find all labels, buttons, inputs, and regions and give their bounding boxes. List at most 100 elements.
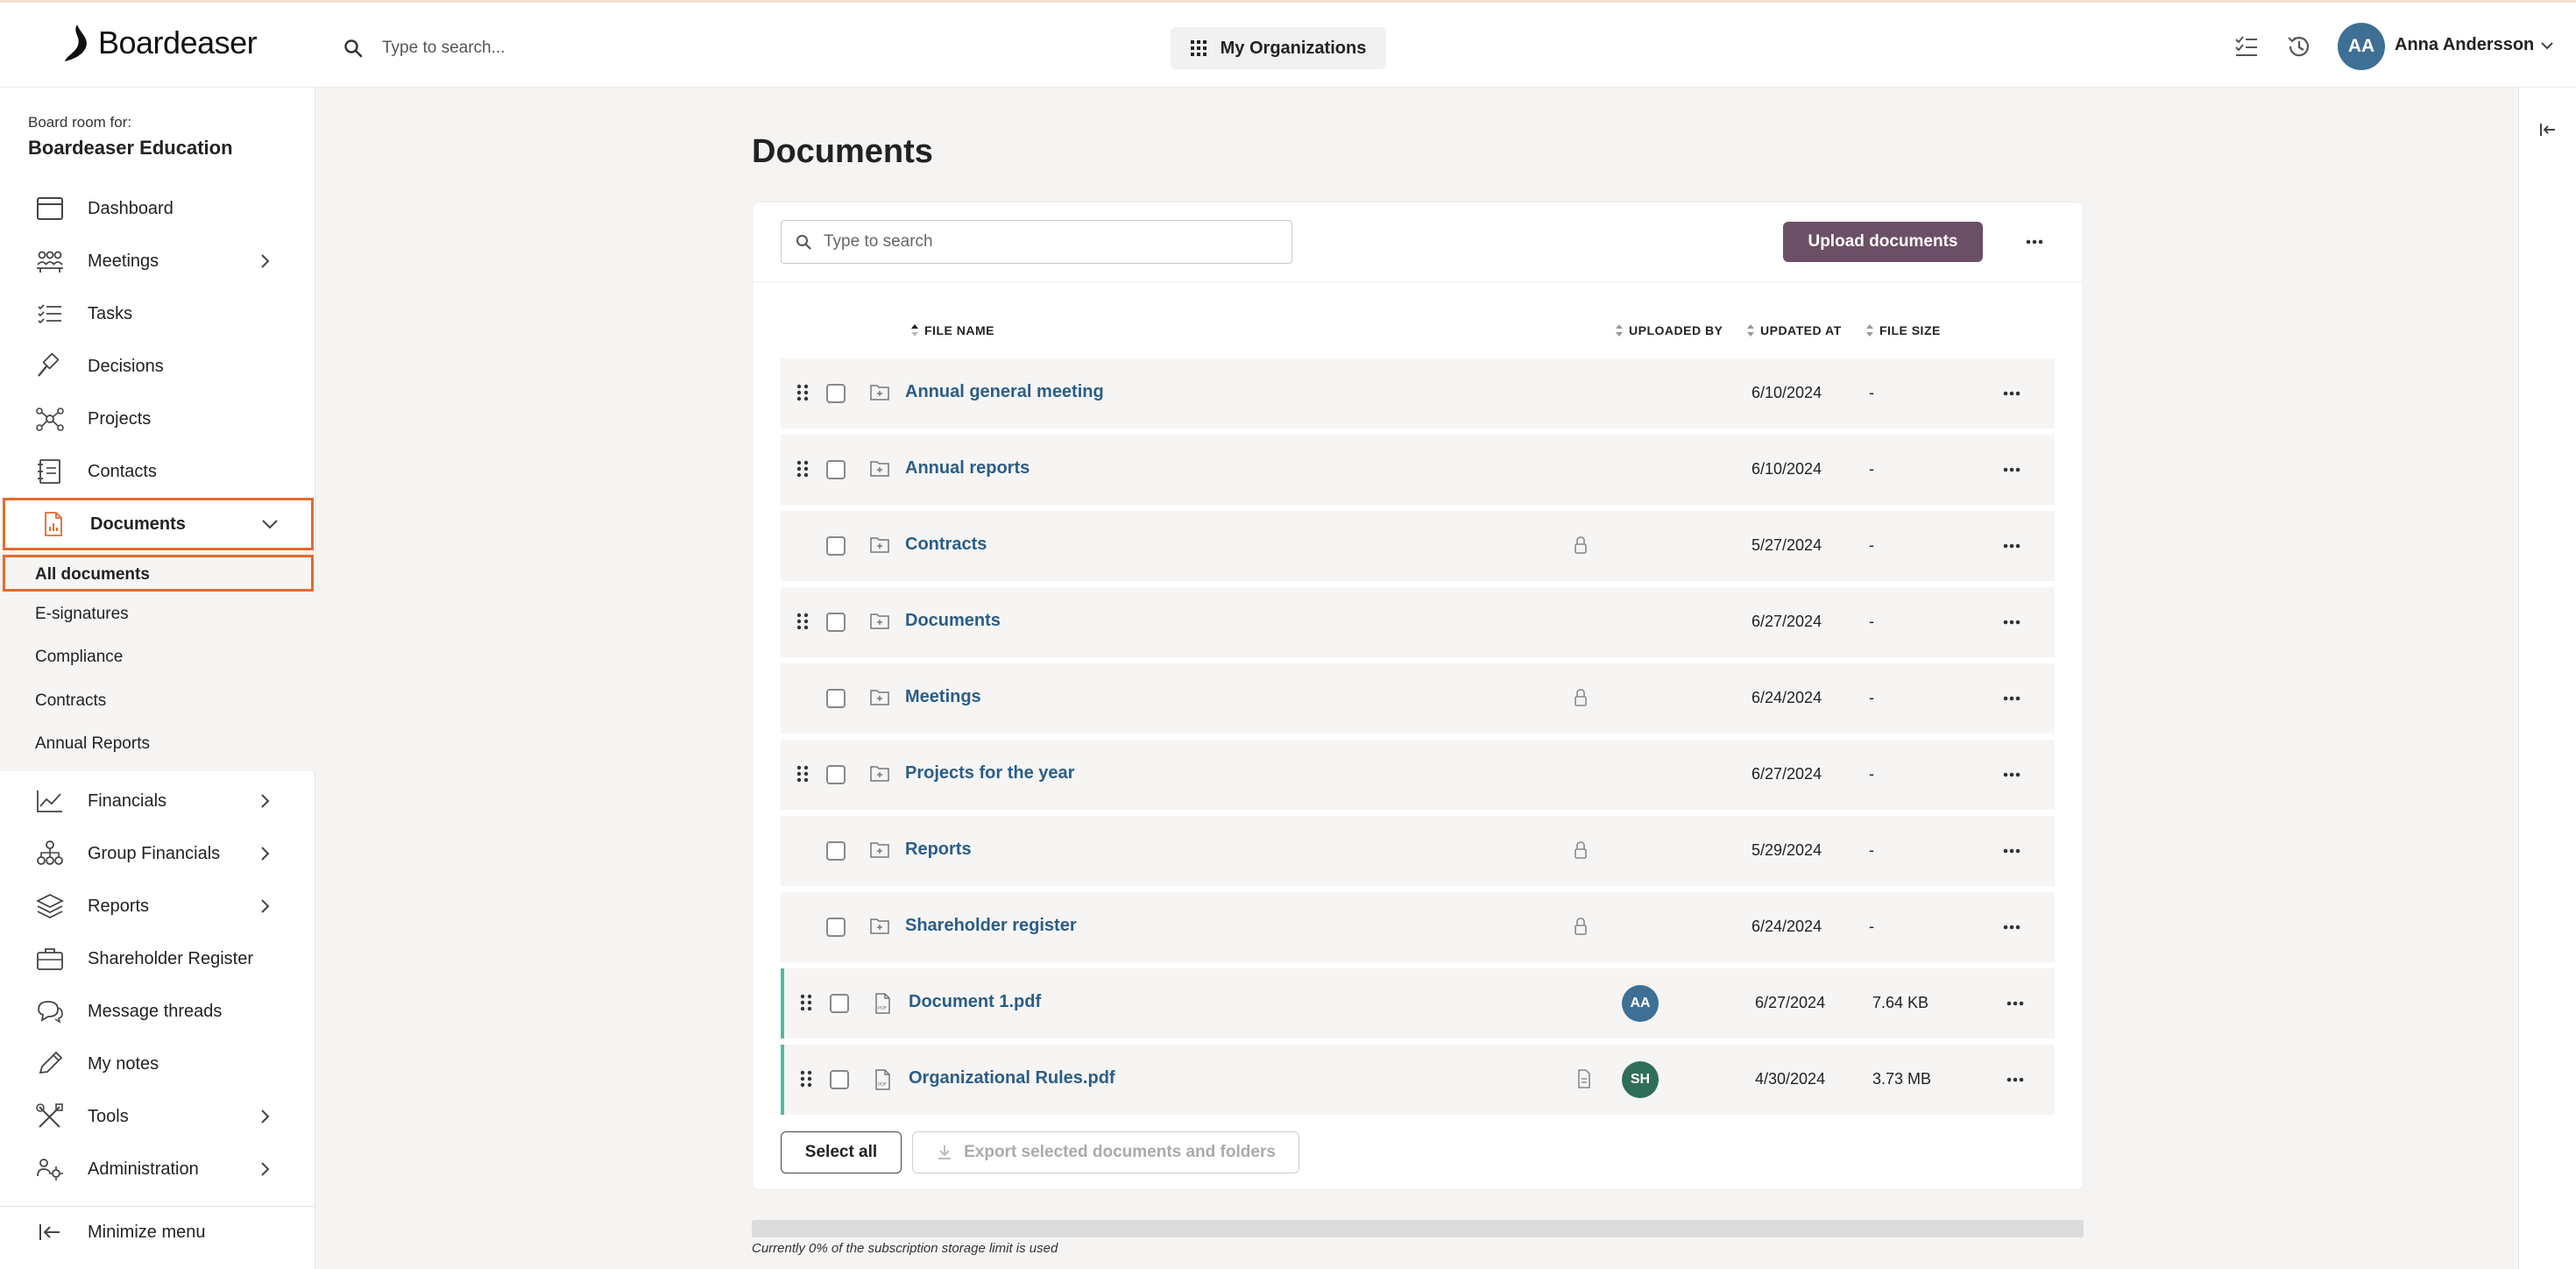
file-name-link[interactable]: Projects for the year [905,763,1074,783]
submenu-compliance[interactable]: Compliance [35,648,123,667]
svg-text:PDF: PDF [878,1006,887,1011]
sidebar-item-decisions[interactable]: Decisions [0,340,315,393]
folder-row[interactable]: Shareholder register 6/24/2024 - [781,892,2055,962]
row-more-options-icon[interactable] [2000,611,2023,634]
submenu-all-documents[interactable]: All documents [3,555,314,592]
chevron-down-icon[interactable] [2539,38,2555,53]
sidebar-item-tasks[interactable]: Tasks [0,287,315,340]
export-selected-button[interactable]: Export selected documents and folders [912,1131,1299,1173]
submenu-e-signatures[interactable]: E-signatures [35,605,129,624]
sidebar-item-shareholder-register[interactable]: Shareholder Register [0,932,315,985]
row-more-options-icon[interactable] [2000,458,2023,481]
row-checkbox[interactable] [826,536,846,556]
global-search[interactable]: Type to search... [343,31,505,66]
drag-handle-icon[interactable] [796,383,809,402]
sidebar-item-label: Message threads [88,1002,223,1021]
row-more-options-icon[interactable] [2000,687,2023,710]
file-name-link[interactable]: Meetings [905,687,981,707]
column-header-file-size[interactable]: FILE SIZE [1865,323,1941,337]
sidebar-item-label: Financials [88,791,167,811]
my-organizations-button[interactable]: My Organizations [1171,27,1386,69]
column-header-uploaded-by[interactable]: UPLOADED BY [1615,323,1723,337]
gavel-icon [38,353,59,377]
column-header-updated-at[interactable]: UPDATED AT [1746,323,1842,337]
row-more-options-icon[interactable] [2000,382,2023,405]
row-more-options-icon[interactable] [2000,840,2023,862]
sidebar-item-contacts[interactable]: Contacts [0,445,315,498]
sidebar-item-tools[interactable]: Tools [0,1090,315,1143]
column-header-file-name[interactable]: FILE NAME [910,323,994,337]
folder-row[interactable]: Reports 5/29/2024 - [781,816,2055,886]
chevron-right-icon [261,1162,270,1176]
pdf-file-icon: PDF [875,993,890,1014]
row-more-options-icon[interactable] [2004,1068,2027,1091]
drag-handle-icon[interactable] [800,993,812,1012]
folder-row[interactable]: Documents 6/27/2024 - [781,587,2055,657]
page-title: Documents [752,133,933,170]
file-name-link[interactable]: Reports [905,840,972,860]
submenu-contracts[interactable]: Contracts [35,691,106,711]
row-checkbox[interactable] [830,1070,849,1089]
sidebar-item-label: Decisions [88,357,164,376]
sidebar-item-projects[interactable]: Projects [0,393,315,445]
drag-handle-icon[interactable] [800,1069,812,1088]
file-row[interactable]: PDF Organizational Rules.pdf SH 4/30/2024 3.… [781,1045,2055,1115]
folder-row[interactable]: Annual general meeting 6/10/2024 - [781,358,2055,429]
file-size-cell: - [1869,613,1874,630]
updated-at-cell: 6/24/2024 [1752,918,1822,935]
row-checkbox[interactable] [826,613,846,632]
boardeaser-logo[interactable]: Boardeaser [63,20,258,66]
row-more-options-icon[interactable] [2000,916,2023,939]
file-name-link[interactable]: Shareholder register [905,916,1077,936]
sidebar-item-reports[interactable]: Reports [0,880,315,932]
folder-row[interactable]: Projects for the year 6/27/2024 - [781,740,2055,810]
row-more-options-icon[interactable] [2000,763,2023,786]
drag-handle-icon[interactable] [796,764,809,783]
file-name-link[interactable]: Annual reports [905,458,1030,479]
upload-documents-button[interactable]: Upload documents [1783,222,1983,262]
user-name[interactable]: Anna Andersson [2395,35,2534,55]
documents-search-input[interactable]: Type to search [781,220,1292,264]
user-avatar[interactable]: AA [2338,23,2385,70]
sidebar-item-documents[interactable]: Documents [3,498,314,550]
more-options-icon[interactable] [2021,229,2048,255]
sidebar-item-group-financials[interactable]: Group Financials [0,827,315,880]
row-checkbox[interactable] [826,460,846,479]
file-size-cell: - [1869,689,1874,706]
sidebar-item-message-threads[interactable]: Message threads [0,985,315,1038]
minimize-menu-button[interactable]: Minimize menu [0,1206,315,1258]
submenu-annual-reports[interactable]: Annual Reports [35,734,150,754]
history-icon[interactable] [2285,32,2313,60]
sidebar-item-label: Contacts [88,462,157,481]
row-checkbox[interactable] [826,765,846,784]
updated-at-cell: 6/27/2024 [1755,994,1826,1011]
file-name-link[interactable]: Document 1.pdf [909,992,1041,1012]
row-checkbox[interactable] [826,384,846,403]
sidebar-item-administration[interactable]: Administration [0,1143,315,1195]
documents-icon [45,512,62,536]
chart-icon [37,790,62,812]
collapse-left-icon[interactable] [2537,119,2558,140]
select-all-button[interactable]: Select all [781,1131,902,1173]
task-list-icon[interactable] [2233,32,2261,60]
file-name-link[interactable]: Annual general meeting [905,382,1104,402]
file-row[interactable]: PDF Document 1.pdf AA 6/27/2024 7.64 KB [781,968,2055,1039]
sidebar-item-my-notes[interactable]: My notes [0,1038,315,1090]
row-checkbox[interactable] [830,994,849,1013]
file-name-link[interactable]: Organizational Rules.pdf [909,1068,1115,1088]
file-name-link[interactable]: Contracts [905,535,987,555]
drag-handle-icon[interactable] [796,612,809,631]
file-name-link[interactable]: Documents [905,611,1001,631]
row-more-options-icon[interactable] [2004,992,2027,1015]
sidebar-item-financials[interactable]: Financials [0,775,315,827]
drag-handle-icon[interactable] [796,459,809,479]
row-checkbox[interactable] [826,918,846,937]
row-checkbox[interactable] [826,689,846,708]
folder-row[interactable]: Contracts 5/27/2024 - [781,511,2055,581]
folder-row[interactable]: Meetings 6/24/2024 - [781,663,2055,734]
sidebar-item-meetings[interactable]: Meetings [0,235,315,287]
row-more-options-icon[interactable] [2000,535,2023,557]
folder-row[interactable]: Annual reports 6/10/2024 - [781,435,2055,505]
sidebar-item-dashboard[interactable]: Dashboard [0,182,315,235]
row-checkbox[interactable] [826,841,846,861]
